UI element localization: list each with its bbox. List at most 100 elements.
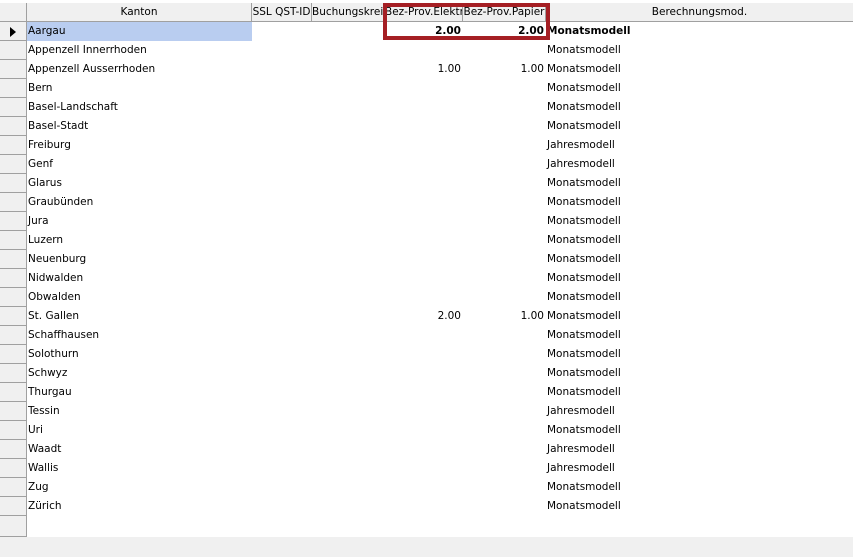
row-indicator[interactable] bbox=[0, 421, 27, 440]
row-indicator[interactable] bbox=[0, 174, 27, 193]
row-indicator[interactable] bbox=[0, 288, 27, 307]
cell-kanton[interactable]: Tessin bbox=[27, 402, 252, 421]
cell-berechnungsmod[interactable]: Jahresmodell bbox=[546, 155, 853, 174]
cell-bez-prov-elektr[interactable] bbox=[385, 174, 463, 193]
cell-kanton[interactable]: Nidwalden bbox=[27, 269, 252, 288]
cell-kanton[interactable]: Genf bbox=[27, 155, 252, 174]
cell-bez-prov-papier[interactable] bbox=[463, 288, 546, 307]
table-row[interactable]: Basel-Stadt Monatsmodell bbox=[0, 117, 853, 136]
cell-bez-prov-papier[interactable] bbox=[463, 326, 546, 345]
cell-bez-prov-papier[interactable] bbox=[463, 497, 546, 516]
col-header-buchungskreis[interactable]: Buchungskreis bbox=[312, 3, 385, 22]
cell-bez-prov-papier[interactable] bbox=[463, 193, 546, 212]
cell-kanton[interactable]: Graubünden bbox=[27, 193, 252, 212]
cell-bez-prov-elektr[interactable] bbox=[385, 459, 463, 478]
cell-kanton[interactable]: Solothurn bbox=[27, 345, 252, 364]
row-indicator[interactable] bbox=[0, 155, 27, 174]
cell-bez-prov-papier[interactable] bbox=[463, 136, 546, 155]
cell-bez-prov-papier[interactable] bbox=[463, 250, 546, 269]
cell-kanton[interactable]: Obwalden bbox=[27, 288, 252, 307]
cell-bez-prov-elektr[interactable] bbox=[385, 288, 463, 307]
cell-bez-prov-elektr[interactable] bbox=[385, 98, 463, 117]
table-row[interactable]: Uri Monatsmodell bbox=[0, 421, 853, 440]
cell-bez-prov-elektr[interactable] bbox=[385, 212, 463, 231]
table-row[interactable]: Bern Monatsmodell bbox=[0, 79, 853, 98]
row-indicator-new[interactable] bbox=[0, 516, 27, 537]
row-indicator[interactable] bbox=[0, 269, 27, 288]
row-indicator[interactable] bbox=[0, 364, 27, 383]
cell-bez-prov-elektr[interactable] bbox=[385, 231, 463, 250]
cell-bez-prov-elektr[interactable] bbox=[385, 79, 463, 98]
table-row[interactable]: Zürich Monatsmodell bbox=[0, 497, 853, 516]
cell-bez-prov-elektr[interactable]: 2.00 bbox=[385, 307, 463, 326]
cell-bez-prov-papier[interactable] bbox=[463, 269, 546, 288]
cell-berechnungsmod[interactable]: Jahresmodell bbox=[546, 459, 853, 478]
cell-bez-prov-elektr[interactable] bbox=[385, 478, 463, 497]
cell-berechnungsmod[interactable]: Monatsmodell bbox=[546, 212, 853, 231]
cell-bez-prov-elektr[interactable] bbox=[385, 117, 463, 136]
table-row[interactable]: Jura Monatsmodell bbox=[0, 212, 853, 231]
cell-berechnungsmod[interactable]: Monatsmodell bbox=[546, 41, 853, 60]
cell-bez-prov-elektr[interactable] bbox=[385, 250, 463, 269]
cell-berechnungsmod[interactable]: Monatsmodell bbox=[546, 421, 853, 440]
row-indicator[interactable] bbox=[0, 497, 27, 516]
row-indicator[interactable] bbox=[0, 478, 27, 497]
cell-bez-prov-papier[interactable] bbox=[463, 402, 546, 421]
cell-bez-prov-papier[interactable] bbox=[463, 155, 546, 174]
cell-bez-prov-elektr[interactable] bbox=[385, 383, 463, 402]
table-row[interactable]: Thurgau Monatsmodell bbox=[0, 383, 853, 402]
cell-bez-prov-elektr[interactable] bbox=[385, 402, 463, 421]
col-header-berechnungsmod[interactable]: Berechnungsmod. bbox=[546, 3, 853, 22]
cell-berechnungsmod[interactable]: Monatsmodell bbox=[546, 79, 853, 98]
cell-kanton[interactable]: Zug bbox=[27, 478, 252, 497]
cell-bez-prov-papier[interactable] bbox=[463, 231, 546, 250]
cell-bez-prov-elektr[interactable] bbox=[385, 41, 463, 60]
cell-kanton[interactable]: Schwyz bbox=[27, 364, 252, 383]
cell-kanton[interactable]: Wallis bbox=[27, 459, 252, 478]
row-indicator[interactable] bbox=[0, 136, 27, 155]
cell-bez-prov-elektr[interactable]: 2.00 bbox=[385, 22, 463, 41]
cell-bez-prov-papier[interactable]: 2.00 bbox=[463, 22, 546, 41]
cell-kanton[interactable]: Waadt bbox=[27, 440, 252, 459]
row-indicator[interactable] bbox=[0, 231, 27, 250]
cell-kanton[interactable]: Neuenburg bbox=[27, 250, 252, 269]
cell-berechnungsmod[interactable]: Monatsmodell bbox=[546, 345, 853, 364]
table-row[interactable]: Graubünden Monatsmodell bbox=[0, 193, 853, 212]
row-indicator[interactable] bbox=[0, 326, 27, 345]
cell-kanton[interactable]: Luzern bbox=[27, 231, 252, 250]
cell-berechnungsmod[interactable]: Monatsmodell bbox=[546, 497, 853, 516]
cell-bez-prov-elektr[interactable] bbox=[385, 155, 463, 174]
cell-berechnungsmod[interactable]: Monatsmodell bbox=[546, 250, 853, 269]
cell-bez-prov-papier[interactable] bbox=[463, 440, 546, 459]
table-row[interactable]: Obwalden Monatsmodell bbox=[0, 288, 853, 307]
table-row[interactable]: Basel-Landschaft Monatsmodell bbox=[0, 98, 853, 117]
cell-bez-prov-papier[interactable] bbox=[463, 459, 546, 478]
cell-berechnungsmod[interactable]: Jahresmodell bbox=[546, 440, 853, 459]
table-row[interactable]: Freiburg Jahresmodell bbox=[0, 136, 853, 155]
cell-bez-prov-papier[interactable] bbox=[463, 421, 546, 440]
cell-berechnungsmod[interactable]: Monatsmodell bbox=[546, 231, 853, 250]
cell-bez-prov-elektr[interactable] bbox=[385, 136, 463, 155]
row-indicator[interactable] bbox=[0, 402, 27, 421]
row-indicator[interactable] bbox=[0, 212, 27, 231]
row-indicator[interactable] bbox=[0, 307, 27, 326]
cell-bez-prov-papier[interactable]: 1.00 bbox=[463, 307, 546, 326]
table-row[interactable]: Aargau 2.00 2.00 Monatsmodell bbox=[0, 22, 853, 41]
col-header-bez-prov-papier[interactable]: Bez-Prov.Papier bbox=[463, 3, 546, 22]
cell-bez-prov-papier[interactable] bbox=[463, 478, 546, 497]
table-row[interactable]: Schwyz Monatsmodell bbox=[0, 364, 853, 383]
col-header-ssl-qst-id[interactable]: SSL QST-ID bbox=[252, 3, 312, 22]
cell-bez-prov-papier[interactable] bbox=[463, 345, 546, 364]
cell-bez-prov-elektr[interactable] bbox=[385, 326, 463, 345]
cell-bez-prov-papier[interactable]: 1.00 bbox=[463, 60, 546, 79]
cell-kanton[interactable]: Jura bbox=[27, 212, 252, 231]
cell-berechnungsmod[interactable]: Monatsmodell bbox=[546, 174, 853, 193]
row-indicator[interactable] bbox=[0, 22, 27, 41]
cell-bez-prov-elektr[interactable] bbox=[385, 193, 463, 212]
cell-bez-prov-papier[interactable] bbox=[463, 79, 546, 98]
cell-kanton[interactable]: Basel-Stadt bbox=[27, 117, 252, 136]
cell-kanton[interactable]: Appenzell Innerrhoden bbox=[27, 41, 252, 60]
cell-berechnungsmod[interactable]: Monatsmodell bbox=[546, 98, 853, 117]
cell-berechnungsmod[interactable]: Jahresmodell bbox=[546, 136, 853, 155]
cell-berechnungsmod[interactable]: Monatsmodell bbox=[546, 364, 853, 383]
